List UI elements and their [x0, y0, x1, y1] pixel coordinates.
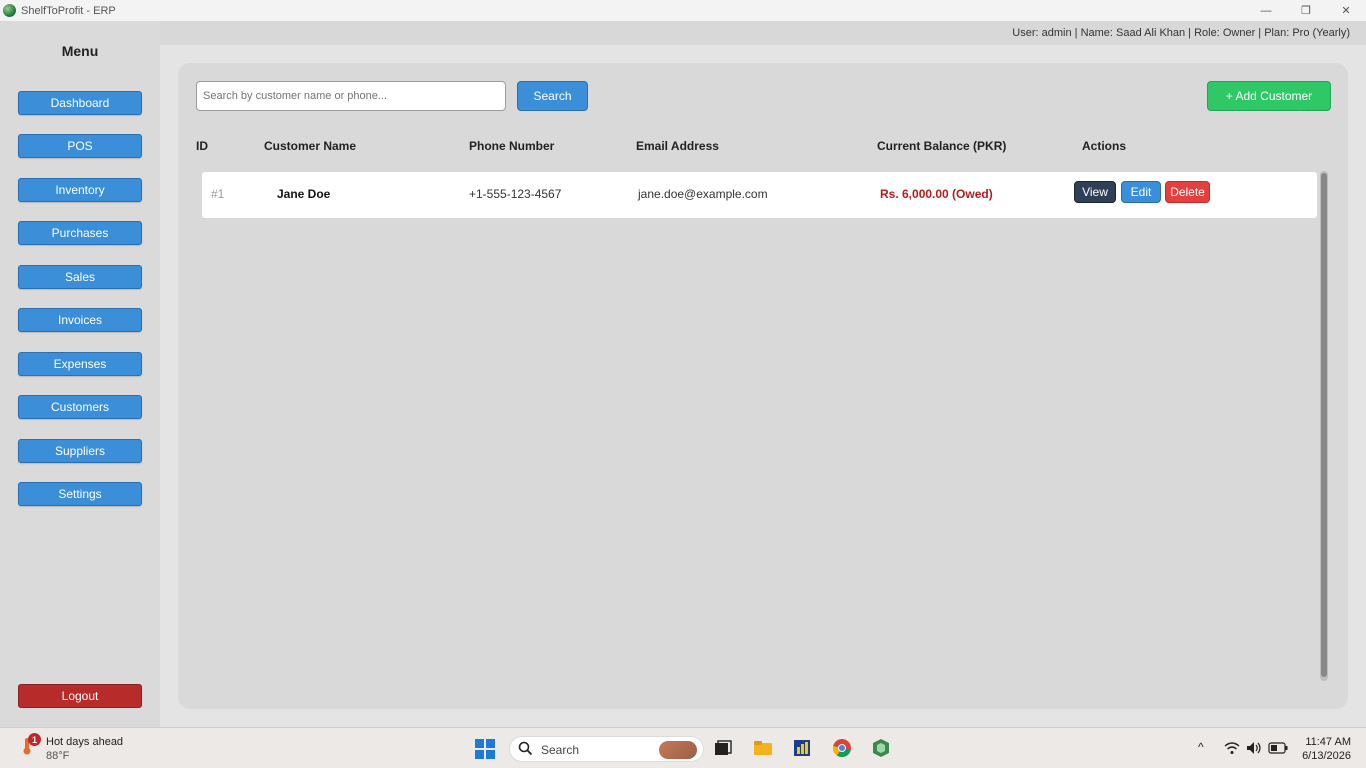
column-header-id: ID	[196, 139, 208, 153]
column-header-balance: Current Balance (PKR)	[877, 139, 1007, 153]
sidebar-item-suppliers[interactable]: Suppliers	[18, 439, 142, 463]
sidebar-item-invoices[interactable]: Invoices	[18, 308, 142, 332]
taskbar-search-label: Search	[541, 743, 580, 757]
sidebar-item-pos[interactable]: POS	[18, 134, 142, 158]
search-highlight-icon	[659, 741, 697, 759]
table-scrollbar[interactable]	[1320, 171, 1328, 681]
wifi-icon[interactable]	[1224, 741, 1240, 755]
taskbar: 1 Hot days ahead 88°F Search ^ 11:47 AM …	[0, 727, 1366, 768]
column-header-phone: Phone Number	[469, 139, 555, 153]
sidebar-item-expenses[interactable]: Expenses	[18, 352, 142, 376]
app-icon[interactable]	[871, 738, 891, 758]
task-view-icon[interactable]	[713, 738, 733, 758]
window-controls: — ❐ ✕	[1246, 0, 1366, 21]
search-input[interactable]	[196, 81, 506, 111]
sidebar-item-sales[interactable]: Sales	[18, 265, 142, 289]
clock[interactable]: 11:47 AM 6/13/2026	[1300, 735, 1351, 763]
weather-summary: Hot days ahead	[46, 736, 124, 748]
clock-date: 6/13/2026	[1302, 750, 1351, 762]
weather-widget[interactable]: Hot days ahead 88°F	[46, 735, 123, 763]
main-panel: Search + Add Customer ID Customer Name P…	[178, 63, 1348, 709]
column-header-actions: Actions	[1082, 139, 1127, 153]
volume-icon[interactable]	[1246, 741, 1262, 755]
customer-email: jane.doe@example.com	[638, 187, 768, 201]
column-header-email: Email Address	[636, 139, 719, 153]
chevron-up-icon[interactable]: ^	[1198, 740, 1204, 754]
table-row: #1 Jane Doe +1-555-123-4567 jane.doe@exa…	[202, 172, 1317, 218]
user-info: User: admin | Name: Saad Ali Khan | Role…	[1012, 27, 1350, 39]
app-logo-icon	[3, 4, 16, 17]
sidebar-item-purchases[interactable]: Purchases	[18, 221, 142, 245]
power-bi-icon[interactable]	[792, 738, 812, 758]
sidebar-item-inventory[interactable]: Inventory	[18, 178, 142, 202]
battery-icon[interactable]	[1268, 742, 1288, 754]
delete-button[interactable]: Delete	[1165, 181, 1210, 203]
customer-balance: Rs. 6,000.00 (Owed)	[880, 187, 993, 201]
edit-button[interactable]: Edit	[1121, 181, 1161, 203]
add-customer-button[interactable]: + Add Customer	[1207, 81, 1331, 111]
customer-phone: +1-555-123-4567	[469, 187, 562, 201]
sidebar-item-dashboard[interactable]: Dashboard	[18, 91, 142, 115]
search-button[interactable]: Search	[517, 81, 588, 111]
weather-temperature: 88°F	[46, 750, 70, 762]
clock-time: 11:47 AM	[1305, 736, 1351, 748]
customer-id: #1	[211, 187, 225, 201]
notification-badge: 1	[28, 733, 41, 746]
header-bar: User: admin | Name: Saad Ali Khan | Role…	[160, 21, 1366, 45]
menu-title: Menu	[61, 43, 99, 59]
taskbar-search[interactable]: Search	[509, 736, 704, 762]
search-icon	[518, 741, 533, 756]
minimize-button[interactable]: —	[1246, 0, 1286, 21]
customer-name: Jane Doe	[277, 187, 331, 201]
start-icon[interactable]	[475, 739, 495, 759]
restore-button[interactable]: ❐	[1286, 0, 1326, 21]
logout-button[interactable]: Logout	[18, 684, 142, 708]
view-button[interactable]: View	[1074, 181, 1116, 203]
app-title: ShelfToProfit - ERP	[21, 4, 116, 17]
scrollbar-thumb[interactable]	[1321, 173, 1327, 677]
title-bar: ShelfToProfit - ERP — ❐ ✕	[0, 0, 1366, 21]
chrome-icon[interactable]	[832, 738, 852, 758]
sidebar: Menu Dashboard POS Inventory Purchases S…	[0, 21, 160, 727]
column-header-customer-name: Customer Name	[264, 139, 357, 153]
close-button[interactable]: ✕	[1326, 0, 1366, 21]
sidebar-item-settings[interactable]: Settings	[18, 482, 142, 506]
sidebar-item-customers[interactable]: Customers	[18, 395, 142, 419]
file-explorer-icon[interactable]	[753, 738, 773, 758]
